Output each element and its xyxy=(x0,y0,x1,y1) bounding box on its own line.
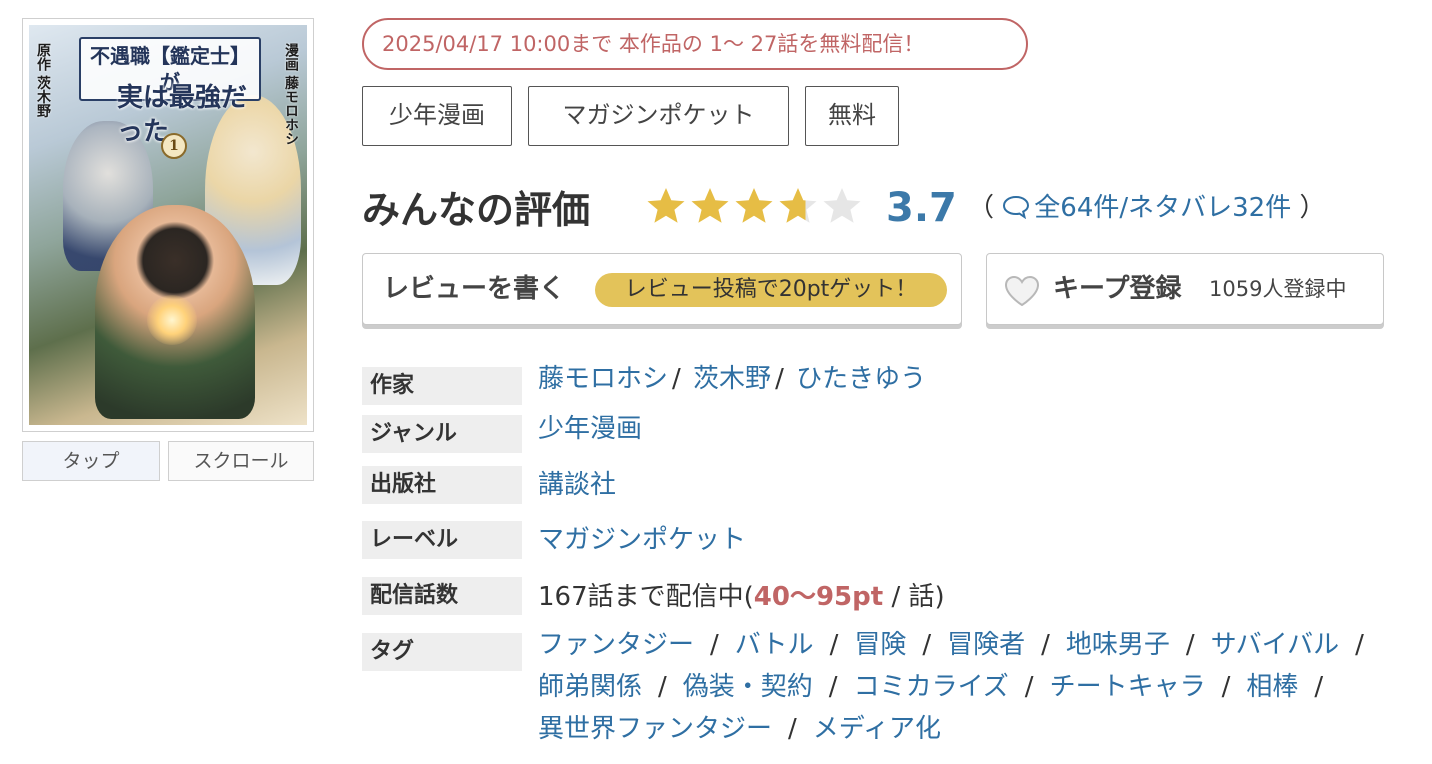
cover-glow xyxy=(147,295,197,345)
label-value: マガジンポケット xyxy=(538,522,746,558)
genre-label: ジャンル xyxy=(362,415,522,453)
separator: / xyxy=(1024,672,1034,702)
tag-link[interactable]: 師弟関係 xyxy=(538,672,642,702)
rating-heading: みんなの評価 xyxy=(362,188,591,232)
author-link[interactable]: 藤モロホシ xyxy=(538,364,668,394)
review-summary-open-paren: （ xyxy=(968,193,995,223)
category-tag-magazine-pocket[interactable]: マガジンポケット xyxy=(528,86,789,146)
tags-line-2: 師弟関係 / 偽装・契約 / コミカライズ / チートキャラ / 相棒 / xyxy=(538,669,1339,705)
separator: / xyxy=(710,630,719,660)
tag-link[interactable]: 冒険 xyxy=(854,630,906,660)
star-icon xyxy=(691,188,729,223)
episodes-label: 配信話数 xyxy=(362,577,522,615)
separator: / xyxy=(1221,672,1231,702)
genre-link[interactable]: 少年漫画 xyxy=(538,414,642,444)
tag-link[interactable]: 異世界ファンタジー xyxy=(538,714,772,744)
category-tag-free[interactable]: 無料 xyxy=(805,86,899,146)
publisher-value: 講談社 xyxy=(538,467,616,503)
free-campaign-banner: 2025/04/17 10:00まで 本作品の 1〜 27話を無料配信！ xyxy=(362,18,1028,70)
tag-link[interactable]: 冒険者 xyxy=(947,630,1025,660)
tag-link[interactable]: 相棒 xyxy=(1246,672,1298,702)
review-summary: （ 全64件/ネタバレ32件 ） xyxy=(968,186,1326,230)
write-review-button[interactable]: レビューを書く レビュー投稿で20ptゲット！ xyxy=(362,253,962,325)
separator: / xyxy=(922,630,932,660)
tag-link[interactable]: コミカライズ xyxy=(854,672,1009,702)
cover-volume-badge: 1 xyxy=(161,133,187,159)
separator: / xyxy=(1355,630,1364,660)
separator: / xyxy=(788,714,797,744)
cover-credit-manga: 漫画 藤モロホシ xyxy=(283,43,299,146)
tag-link[interactable]: サバイバル xyxy=(1211,630,1339,660)
episode-price: 40〜95pt xyxy=(753,582,884,612)
separator: / xyxy=(1185,630,1195,660)
tag-link[interactable]: メディア化 xyxy=(813,714,941,744)
star-icon xyxy=(779,188,817,223)
scroll-view-button[interactable]: スクロール xyxy=(168,441,314,481)
rating-value: 3.7 xyxy=(886,185,957,231)
separator: / xyxy=(829,630,839,660)
publisher-label: 出版社 xyxy=(362,466,522,504)
author-link[interactable]: 茨木野 xyxy=(693,364,771,394)
cover-credit-original: 原作 茨木野 xyxy=(35,43,51,118)
episodes-value: 167話まで配信中(40〜95pt / 話) xyxy=(538,579,945,615)
tag-link[interactable]: ファンタジー xyxy=(538,630,694,660)
cover-subtitle: 実は最強だった xyxy=(117,83,248,147)
separator: / xyxy=(1314,672,1324,702)
label-link[interactable]: マガジンポケット xyxy=(538,525,746,555)
separator: / xyxy=(658,672,667,702)
tag-link[interactable]: 地味男子 xyxy=(1066,630,1170,660)
star-icon xyxy=(647,188,685,223)
star-icon xyxy=(823,188,861,223)
separator: / xyxy=(672,364,681,394)
keep-register-label: キープ登録 xyxy=(1053,274,1182,304)
separator: / xyxy=(775,364,784,394)
episodes-count: 167話まで配信中( xyxy=(538,582,754,612)
tag-link[interactable]: バトル xyxy=(735,630,814,660)
separator: / xyxy=(828,672,838,702)
publisher-link[interactable]: 講談社 xyxy=(538,470,616,500)
cover-artwork: 不遇職【鑑定士】が 実は最強だった 原作 茨木野 漫画 藤モロホシ 1 xyxy=(29,25,307,425)
tags-line-3: 異世界ファンタジー / メディア化 xyxy=(538,711,941,747)
tag-link[interactable]: 偽装・契約 xyxy=(683,672,813,702)
write-review-label: レビューを書く xyxy=(383,274,566,304)
review-count-link[interactable]: 全64件/ネタバレ32件 xyxy=(1002,193,1299,223)
tags-line-1: ファンタジー / バトル / 冒険 / 冒険者 / 地味男子 / サバイバル / xyxy=(538,627,1380,663)
tags-label: タグ xyxy=(362,633,522,671)
genre-value: 少年漫画 xyxy=(538,411,642,447)
heart-icon xyxy=(1004,275,1040,307)
cover-image[interactable]: 不遇職【鑑定士】が 実は最強だった 原作 茨木野 漫画 藤モロホシ 1 xyxy=(22,18,314,432)
tap-view-button[interactable]: タップ xyxy=(22,441,160,481)
review-summary-close-paren: ） xyxy=(1299,193,1326,223)
review-count-text: 全64件/ネタバレ32件 xyxy=(1034,193,1292,223)
keep-register-button[interactable]: キープ登録 1059人登録中 xyxy=(986,253,1384,325)
comment-bubble-icon xyxy=(1003,195,1030,219)
episodes-suffix: / 話) xyxy=(883,582,945,612)
author-label: 作家 xyxy=(362,367,522,405)
author-value: 藤モロホシ / 茨木野 / ひたきゆう xyxy=(538,361,926,397)
review-promo-badge: レビュー投稿で20ptゲット！ xyxy=(595,273,947,307)
star-icon xyxy=(735,188,773,223)
rating-stars xyxy=(646,186,862,230)
label-label: レーベル xyxy=(362,521,522,559)
separator: / xyxy=(1041,630,1050,660)
tag-link[interactable]: チートキャラ xyxy=(1050,672,1206,702)
keep-register-count: 1059人登録中 xyxy=(1209,277,1347,301)
category-tag-shonen[interactable]: 少年漫画 xyxy=(362,86,512,146)
author-link[interactable]: ひたきゆう xyxy=(796,364,926,394)
